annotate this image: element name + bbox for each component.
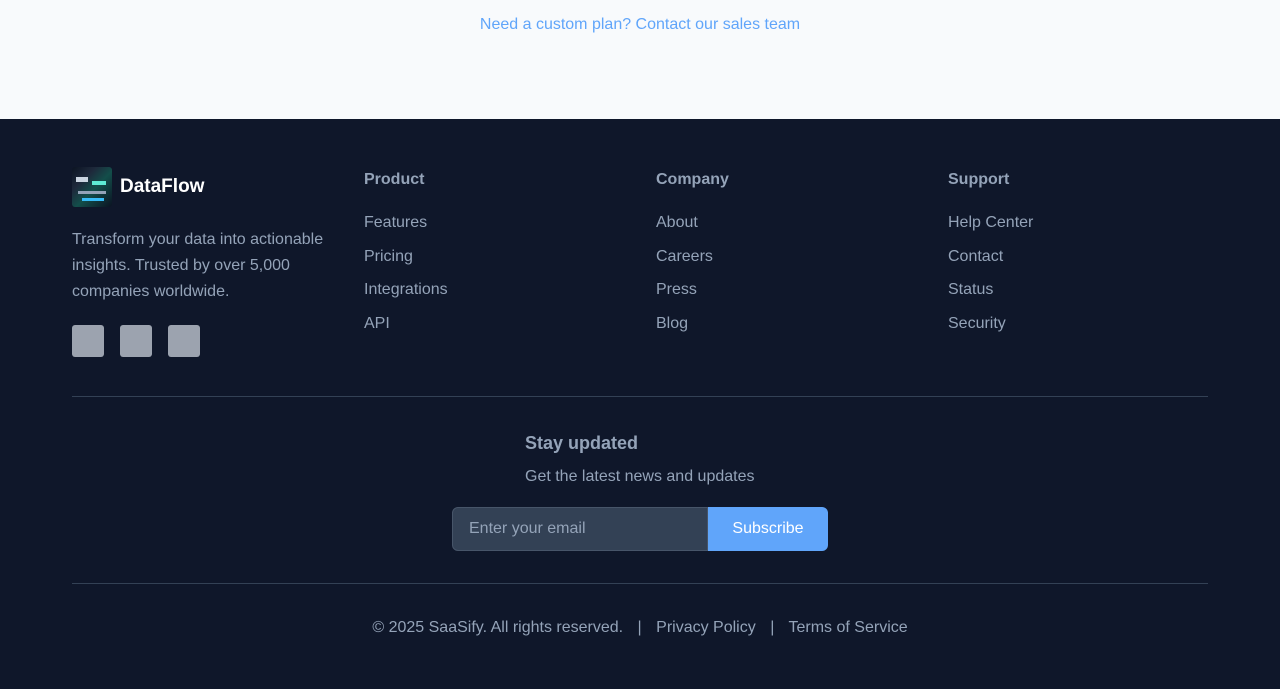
footer-link-contact[interactable]: Contact: [948, 247, 1148, 281]
dataflow-logo-icon: [72, 167, 112, 207]
footer-link-pricing[interactable]: Pricing: [364, 247, 564, 281]
separator: |: [770, 619, 775, 636]
column-title: Support: [948, 171, 1010, 188]
footer-link-help-center[interactable]: Help Center: [948, 213, 1148, 247]
custom-link[interactable]: custom: [536, 16, 588, 33]
footer-divider-top: [72, 396, 1208, 397]
footer-link-blog[interactable]: Blog: [656, 314, 856, 348]
newsletter-subtitle: Get the latest news and updates: [525, 468, 755, 485]
subscribe-form: Subscribe: [452, 507, 828, 551]
cta-section: Need a custom plan? Contact our sales te…: [0, 0, 1280, 119]
footer-column-company: Company About Careers Press Blog: [656, 171, 856, 347]
footer-link-security[interactable]: Security: [948, 314, 1148, 348]
brand-name: DataFlow: [120, 176, 205, 197]
site-footer: DataFlow Transform your data into action…: [0, 119, 1280, 689]
cta-prefix: Need a: [479, 16, 536, 33]
footer-link-press[interactable]: Press: [656, 280, 856, 314]
sales-team-link[interactable]: team: [765, 16, 801, 33]
custom-plan-text: Need a custom plan? Contact our sales te…: [0, 16, 1280, 34]
brand-description: Transform your data into actionable insi…: [72, 231, 324, 300]
column-title: Product: [364, 171, 425, 188]
footer-link-about[interactable]: About: [656, 213, 856, 247]
privacy-policy-link[interactable]: Privacy Policy: [656, 619, 756, 636]
footer-link-status[interactable]: Status: [948, 280, 1148, 314]
terms-of-service-link[interactable]: Terms of Service: [789, 619, 908, 636]
footer-column-support: Support Help Center Contact Status Secur…: [948, 171, 1148, 347]
separator: |: [637, 619, 642, 636]
footer-link-careers[interactable]: Careers: [656, 247, 856, 281]
social-links: [72, 325, 332, 357]
footer-bottom-bar: © 2025 SaaSify. All rights reserved. | P…: [0, 619, 1280, 637]
footer-divider-bottom: [72, 583, 1208, 584]
newsletter-title: Stay updated: [525, 433, 639, 453]
footer-link-integrations[interactable]: Integrations: [364, 280, 564, 314]
social-icon-3[interactable]: [168, 325, 200, 357]
subscribe-button[interactable]: Subscribe: [708, 507, 828, 551]
email-input[interactable]: [452, 507, 708, 551]
brand-logo-row[interactable]: DataFlow: [72, 167, 332, 207]
brand-block: DataFlow Transform your data into action…: [72, 167, 332, 357]
social-icon-2[interactable]: [120, 325, 152, 357]
column-title: Company: [656, 171, 729, 188]
newsletter-block: Stay updated Get the latest news and upd…: [525, 433, 754, 486]
copyright-text: © 2025 SaaSify. All rights reserved.: [372, 619, 624, 636]
footer-column-product: Product Features Pricing Integrations AP…: [364, 171, 564, 347]
cta-middle: plan? Contact our sales: [587, 16, 765, 33]
social-icon-1[interactable]: [72, 325, 104, 357]
footer-link-api[interactable]: API: [364, 314, 564, 348]
footer-link-features[interactable]: Features: [364, 213, 564, 247]
